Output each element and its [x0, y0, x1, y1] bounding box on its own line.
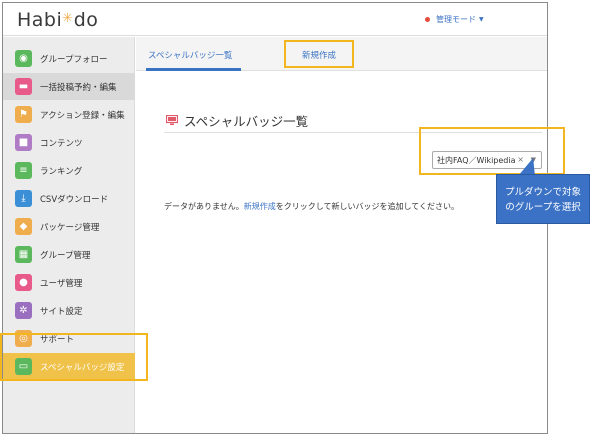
- sidebar-item-users[interactable]: ● ユーザ管理: [3, 269, 135, 296]
- sidebar-item-site-settings[interactable]: ✲ サイト設定: [3, 297, 135, 324]
- active-tab-indicator: [146, 68, 241, 71]
- logo-star-icon: ✳: [62, 11, 74, 26]
- users-icon: ●: [15, 274, 32, 291]
- callout-note: プルダウンで対象 のグループを選択: [496, 174, 590, 224]
- logo-text-a: Habi: [17, 9, 63, 31]
- section-title: スペシャルバッジ一覧: [166, 111, 308, 130]
- sidebar-item-action[interactable]: ⚑ アクション登録・編集: [3, 101, 135, 128]
- ear-icon: ◉: [15, 50, 32, 67]
- sidebar-item-group-follow[interactable]: ◉ グループフォロー: [3, 45, 135, 72]
- empty-message-suffix: をクリックして新しいバッジを追加してください。: [275, 202, 460, 211]
- sidebar-item-label: グループ管理: [40, 250, 91, 261]
- sidebar-item-label: ユーザ管理: [40, 278, 83, 289]
- admin-mode-label: 管理モード: [436, 15, 476, 24]
- sidebar-item-label: CSVダウンロード: [40, 194, 109, 205]
- chat-icon: ▬: [15, 78, 32, 95]
- sidebar-item-label: ランキング: [40, 166, 83, 177]
- header: Habi✳do 管理モード ▼: [3, 3, 547, 36]
- main-content: スペシャルバッジ一覧 新規作成 スペシャルバッジ一覧 社内FAQ／Wikiped…: [136, 37, 547, 433]
- list-icon: ≡: [15, 162, 32, 179]
- tab-badge-list[interactable]: スペシャルバッジ一覧: [148, 49, 232, 61]
- sidebar-item-label: サイト設定: [40, 306, 83, 317]
- sidebar-item-bulk-post[interactable]: ▬ 一括投稿予約・編集: [3, 73, 135, 100]
- book-icon: ■: [15, 134, 32, 151]
- status-dot-icon: [425, 17, 430, 22]
- sidebar-item-csv[interactable]: ⤓ CSVダウンロード: [3, 185, 135, 212]
- sidebar-item-group[interactable]: ▦ グループ管理: [3, 241, 135, 268]
- empty-message: データがありません。新規作成をクリックして新しいバッジを追加してください。: [164, 201, 459, 212]
- highlight-group-select: [419, 127, 565, 175]
- sidebar-item-label: アクション登録・編集: [40, 110, 125, 121]
- admin-mode-dropdown[interactable]: 管理モード ▼: [425, 14, 484, 25]
- callout-line-1: プルダウンで対象: [504, 187, 581, 198]
- sidebar-item-ranking[interactable]: ≡ ランキング: [3, 157, 135, 184]
- gear-icon: ✲: [15, 302, 32, 319]
- logo-text-b: do: [73, 9, 99, 31]
- sidebar-item-label: コンテンツ: [40, 138, 83, 149]
- callout-line-2: のグループを選択: [505, 202, 581, 213]
- sidebar-item-label: パッケージ管理: [40, 222, 100, 233]
- monitor-icon: [166, 115, 178, 125]
- sidebar-item-contents[interactable]: ■ コンテンツ: [3, 129, 135, 156]
- layers-icon: ◆: [15, 218, 32, 235]
- sidebar-item-label: グループフォロー: [40, 54, 108, 65]
- download-icon: ⤓: [15, 190, 32, 207]
- caret-down-icon: ▼: [479, 16, 484, 23]
- empty-message-prefix: データがありません。: [164, 202, 244, 211]
- logo[interactable]: Habi✳do: [17, 9, 98, 31]
- new-create-link[interactable]: 新規作成: [244, 202, 276, 211]
- grid-icon: ▦: [15, 246, 32, 263]
- highlight-special-badge: [0, 333, 148, 381]
- sidebar-item-package[interactable]: ◆ パッケージ管理: [3, 213, 135, 240]
- section-title-text: スペシャルバッジ一覧: [184, 114, 309, 129]
- sidebar-item-label: 一括投稿予約・編集: [40, 82, 117, 93]
- flag-icon: ⚑: [15, 106, 32, 123]
- highlight-new-tab: [284, 40, 354, 68]
